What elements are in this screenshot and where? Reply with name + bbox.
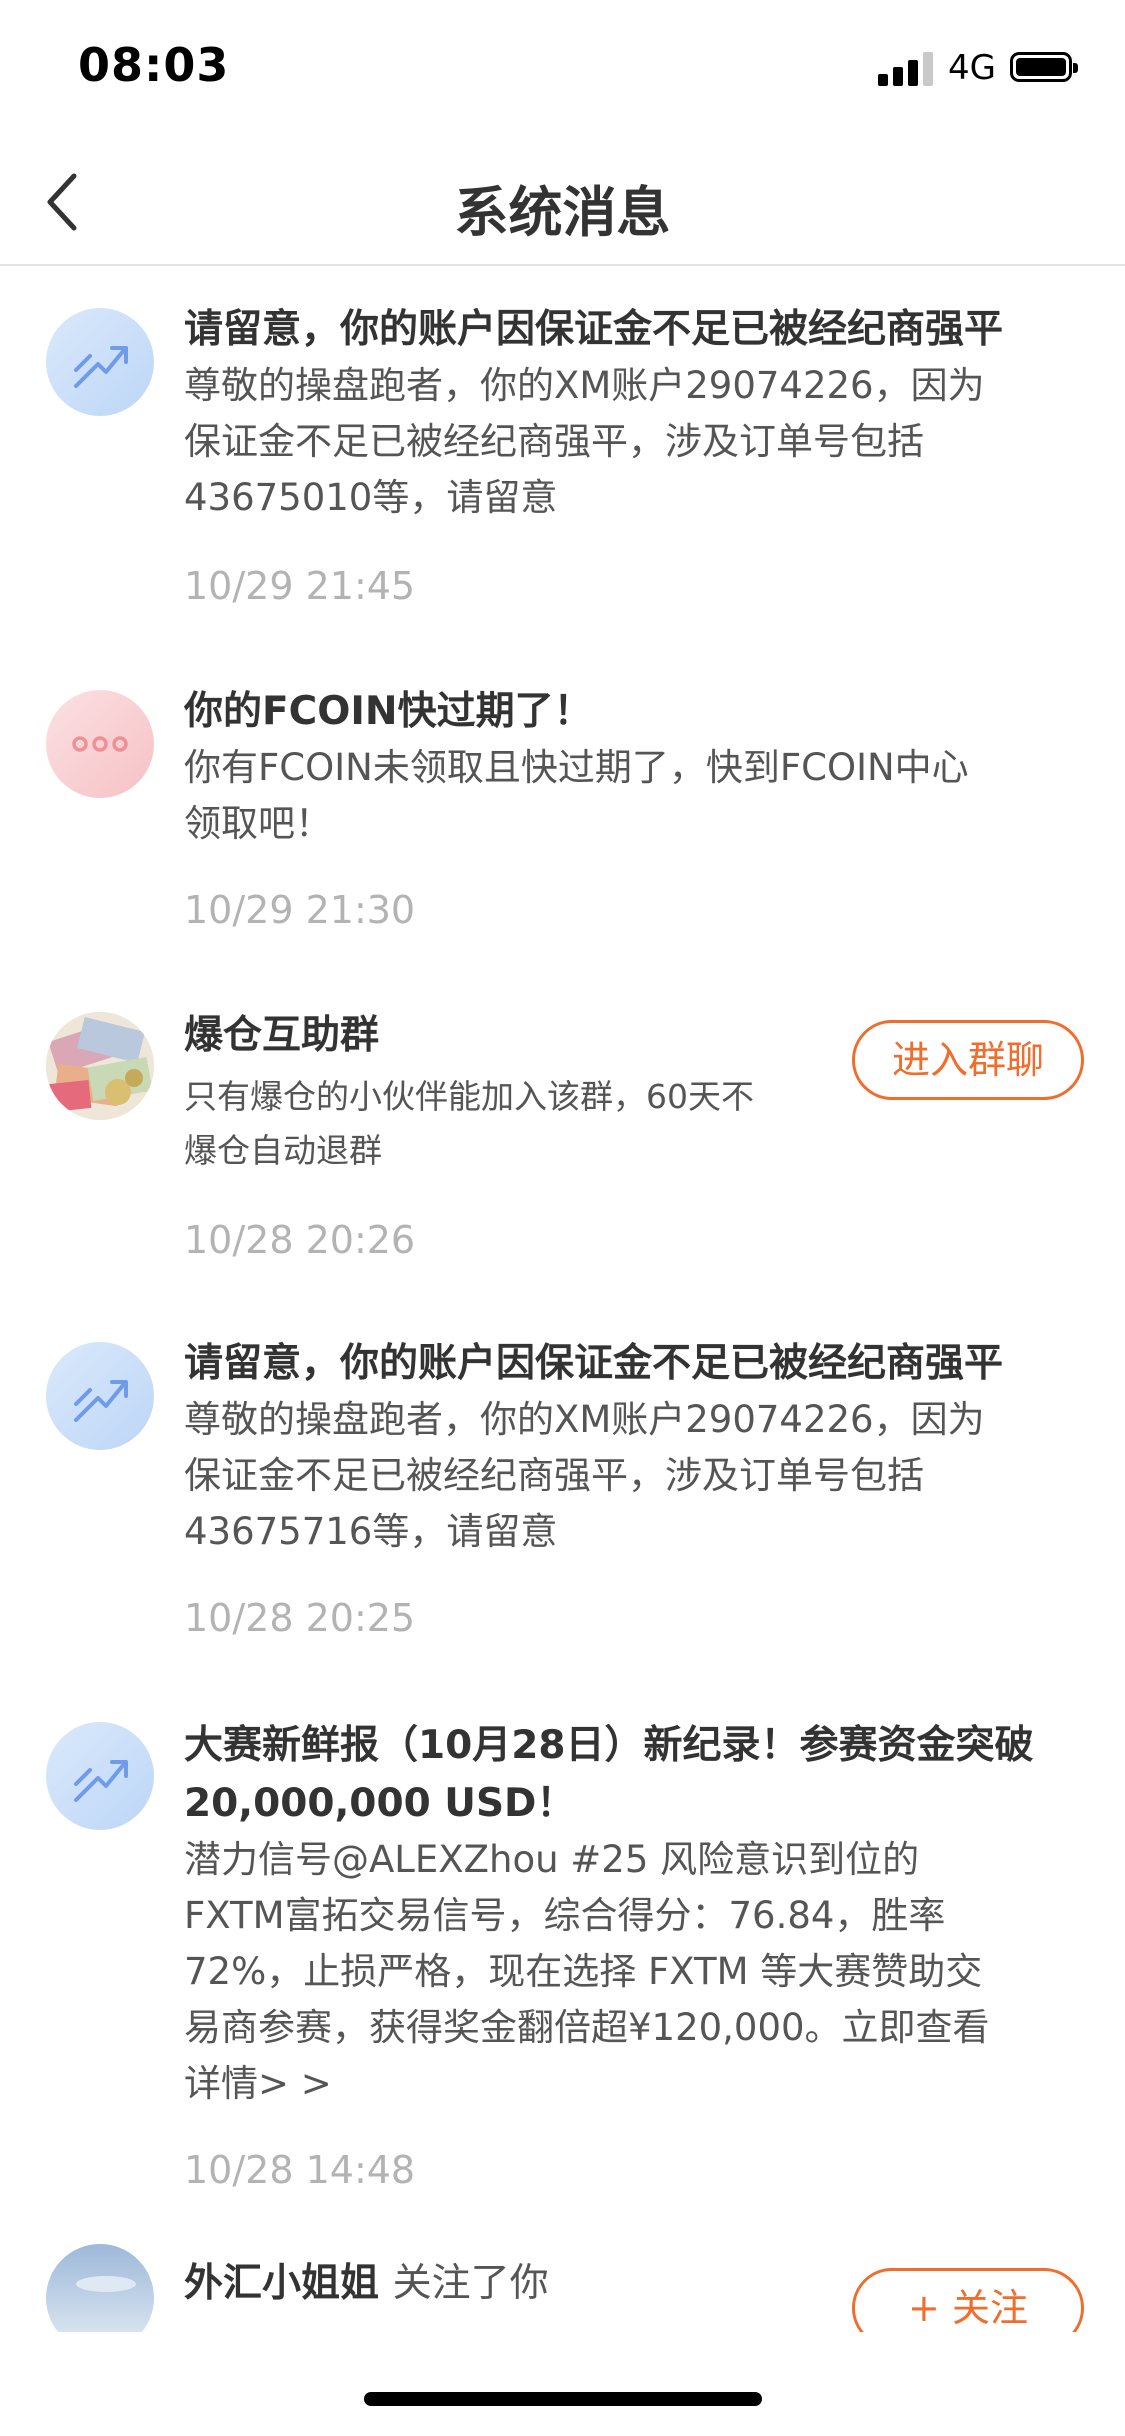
message-time: 10/29 21:30	[184, 888, 416, 932]
message-body-line: 爆仓自动退群	[184, 1131, 382, 1170]
follow-button[interactable]: + 关注	[852, 2268, 1084, 2332]
message-title: 请留意，你的账户因保证金不足已被经纪商强平	[184, 307, 1004, 352]
message-title-line-2: 20,000,000 USD！	[184, 1781, 576, 1826]
avatar	[46, 1722, 154, 1830]
list-item[interactable]: 大赛新鲜报（10月28日）新纪录！参赛资金突破 20,000,000 USD！ …	[0, 1686, 1125, 2236]
nav-bar: 系统消息	[0, 140, 1125, 266]
page-title: 系统消息	[454, 181, 671, 244]
message-body-line: 潜力信号@ALEXZhou #25 风险意识到位的	[184, 1838, 920, 1881]
trend-arrow-icon	[74, 346, 128, 388]
follower-name[interactable]: 外汇小姐姐	[184, 2261, 379, 2306]
follower-line: 外汇小姐姐 关注了你	[184, 2256, 549, 2312]
message-time: 10/28 14:48	[184, 2148, 416, 2192]
message-time: 10/29 21:45	[184, 564, 416, 608]
avatar	[46, 308, 154, 416]
message-list: 请留意，你的账户因保证金不足已被经纪商强平 尊敬的操盘跑者，你的XM账户2907…	[0, 266, 1125, 2332]
join-group-button[interactable]: 进入群聊	[852, 1020, 1084, 1100]
trend-arrow-icon	[74, 1760, 128, 1802]
list-item[interactable]: 请留意，你的账户因保证金不足已被经纪商强平 尊敬的操盘跑者，你的XM账户2907…	[0, 1306, 1125, 1686]
message-body-line: 尊敬的操盘跑者，你的XM账户29074226，因为	[184, 1398, 985, 1441]
banknotes-avatar	[46, 1012, 154, 1120]
signal-icon	[878, 50, 934, 86]
message-time: 10/28 20:26	[184, 1218, 416, 1262]
message-title: 大赛新鲜报（10月28日）新纪录！参赛资金突破	[184, 1723, 1034, 1768]
message-body-line: 尊敬的操盘跑者，你的XM账户29074226，因为	[184, 364, 985, 407]
message-title: 请留意，你的账户因保证金不足已被经纪商强平	[184, 1341, 1004, 1386]
status-bar: 08:03 4G	[0, 0, 1125, 140]
message-body-line: FXTM富拓交易信号，综合得分：76.84，胜率	[184, 1894, 946, 1937]
sky-avatar	[46, 2244, 154, 2332]
message-body-line: 领取吧！	[184, 802, 332, 845]
list-item[interactable]: 外汇小姐姐 关注了你 + 关注	[0, 2236, 1125, 2332]
avatar	[46, 690, 154, 798]
message-body-line: 43675716等，请留意	[184, 1510, 558, 1553]
dots-icon	[72, 736, 128, 752]
list-item[interactable]: 爆仓互助群 只有爆仓的小伙伴能加入该群，60天不 爆仓自动退群 10/28 20…	[0, 976, 1125, 1306]
message-body-line[interactable]: 详情> >	[184, 2056, 332, 2112]
list-item[interactable]: 你的FCOIN快过期了！ 你有FCOIN未领取且快过期了，快到FCOIN中心 领…	[0, 646, 1125, 976]
message-body-line: 43675010等，请留意	[184, 476, 558, 519]
battery-icon	[1010, 52, 1078, 82]
message-body-line: 保证金不足已被经纪商强平，涉及订单号包括	[184, 1454, 924, 1497]
message-body-line: 你有FCOIN未领取且快过期了，快到FCOIN中心	[184, 746, 969, 789]
home-indicator[interactable]	[364, 2392, 762, 2406]
message-time: 10/28 20:25	[184, 1596, 416, 1640]
list-item[interactable]: 请留意，你的账户因保证金不足已被经纪商强平 尊敬的操盘跑者，你的XM账户2907…	[0, 266, 1125, 646]
status-time: 08:03	[78, 38, 230, 92]
message-body-line: 易商参赛，获得奖金翻倍超¥120,000。立即查看	[184, 2006, 990, 2049]
message-body-line: 72%，止损严格，现在选择 FXTM 等大赛赞助交	[184, 1950, 983, 1993]
avatar	[46, 1342, 154, 1450]
group-name: 爆仓互助群	[184, 1013, 380, 1058]
message-body-line: 只有爆仓的小伙伴能加入该群，60天不	[184, 1077, 754, 1116]
network-label: 4G	[948, 48, 996, 88]
follow-action-text: 关注了你	[392, 2261, 549, 2306]
trend-arrow-icon	[74, 1380, 128, 1422]
message-title: 你的FCOIN快过期了！	[184, 689, 593, 734]
message-body-line: 保证金不足已被经纪商强平，涉及订单号包括	[184, 420, 924, 463]
